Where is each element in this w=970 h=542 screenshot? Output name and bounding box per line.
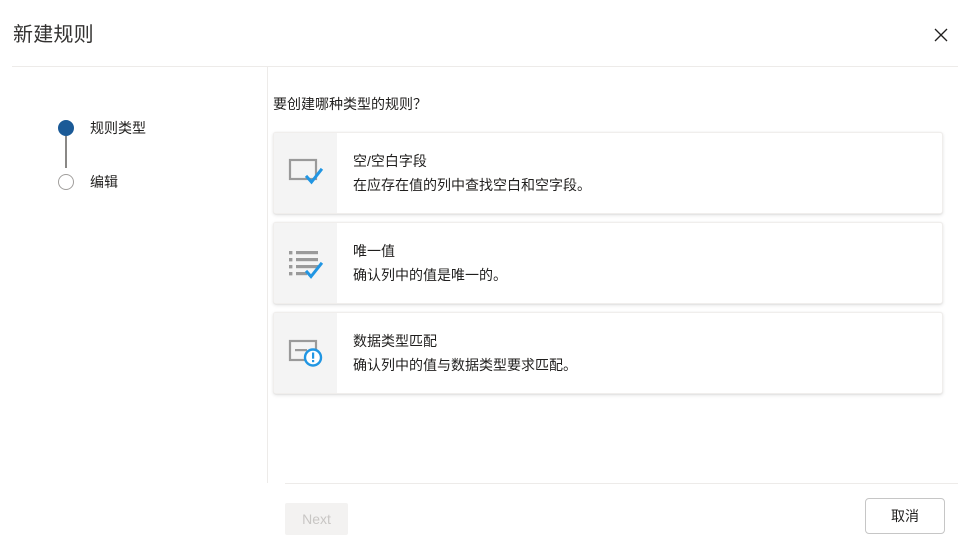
close-icon [934,28,948,42]
rule-option-empty-blank-field[interactable]: 空/空白字段 在应存在值的列中查找空白和空字段。 [273,132,943,214]
option-icon-panel [274,133,337,213]
content-pane: 要创建哪种类型的规则？ 空/空白字段 在应存在值的列中查找空白和空字段。 唯一值… [255,67,970,483]
option-description: 在应存在值的列中查找空白和空字段。 [353,177,591,193]
rule-option-data-type-match[interactable]: 数据类型匹配 确认列中的值与数据类型要求匹配。 [273,312,943,394]
step-marker-inactive-icon [58,174,74,190]
option-text: 数据类型匹配 确认列中的值与数据类型要求匹配。 [337,313,942,393]
step-label-rule-type: 规则类型 [90,120,146,136]
option-description: 确认列中的值是唯一的。 [353,267,507,283]
close-button[interactable] [924,18,958,52]
option-text: 唯一值 确认列中的值是唯一的。 [337,223,942,303]
footer-divider [285,483,958,484]
step-connector-line [65,136,67,168]
rule-type-option-list: 空/空白字段 在应存在值的列中查找空白和空字段。 唯一值 确认列中的值是唯一的。… [273,132,943,394]
option-icon-panel [274,313,337,393]
next-button[interactable]: Next [285,503,348,535]
step-label-edit: 编辑 [90,174,118,190]
option-title: 空/空白字段 [353,153,427,169]
sidebar-item-rule-type[interactable]: 规则类型 [58,114,146,168]
option-icon-panel [274,223,337,303]
dialog-body: 规则类型 编辑 要创建哪种类型的规则？ 空/空白字段 在应存在值的列中查找空白和… [0,67,970,483]
step-marker-active-icon [58,120,74,136]
dialog-header: 新建规则 [0,0,970,67]
data-type-alert-icon [288,337,324,369]
page-title: 新建规则 [13,24,94,46]
option-title: 数据类型匹配 [353,333,437,349]
rule-option-unique-values[interactable]: 唯一值 确认列中的值是唯一的。 [273,222,943,304]
option-text: 空/空白字段 在应存在值的列中查找空白和空字段。 [337,133,942,213]
cancel-button[interactable]: 取消 [865,498,945,534]
wizard-sidebar: 规则类型 编辑 [0,67,268,483]
dialog-footer: Next 取消 [0,483,970,542]
option-description: 确认列中的值与数据类型要求匹配。 [353,357,577,373]
unique-list-check-icon [288,247,324,279]
sidebar-item-edit[interactable]: 编辑 [58,168,146,196]
wizard-stepper: 规则类型 编辑 [58,114,146,196]
new-rule-dialog: 新建规则 规则类型 编辑 要创建哪种类型的规则？ 空/空白字段 在应存在值的列中… [0,0,970,542]
empty-field-check-icon [288,157,324,189]
content-question: 要创建哪种类型的规则？ [273,96,427,112]
option-title: 唯一值 [353,243,395,259]
